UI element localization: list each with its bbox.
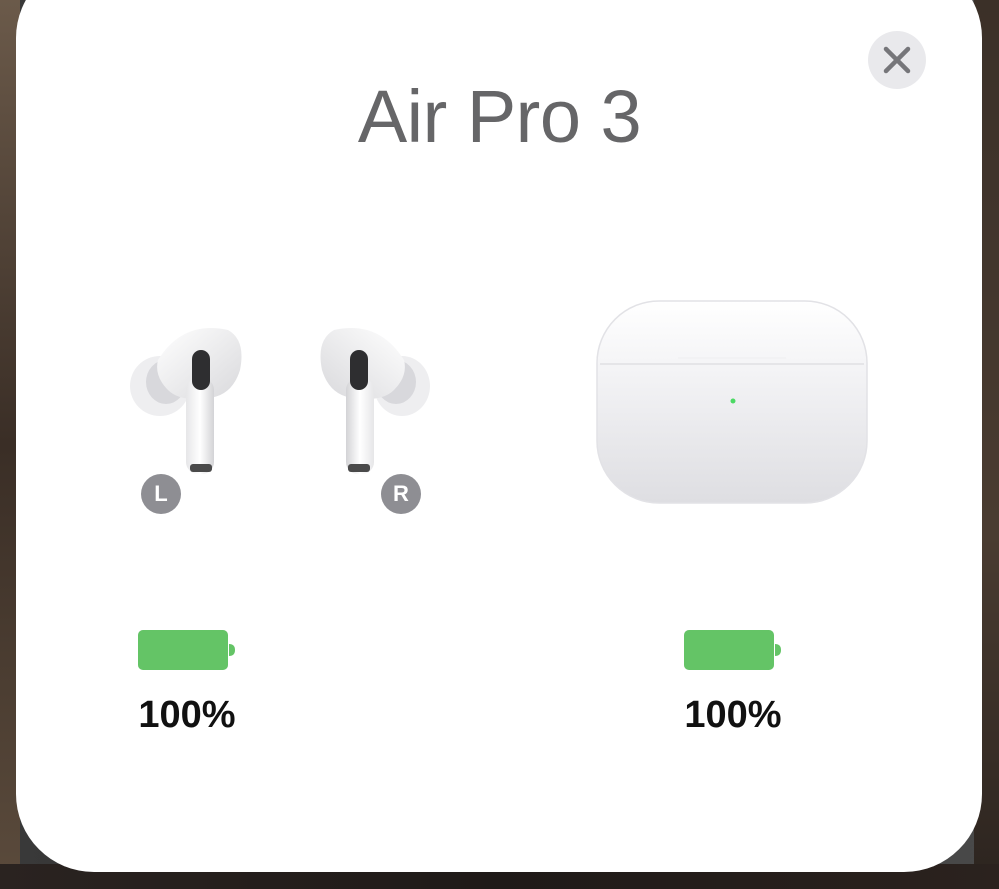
case-battery-icon — [684, 630, 782, 677]
left-earbud-badge: L — [141, 474, 181, 514]
earbuds-battery-icon — [138, 630, 236, 677]
right-earbud-badge: R — [381, 474, 421, 514]
charging-case-image — [594, 298, 870, 506]
device-title: Air Pro 3 — [357, 75, 642, 158]
close-icon — [883, 46, 911, 74]
charging-indicator-light — [730, 398, 736, 404]
earbuds-battery-percent: 100% — [138, 694, 236, 736]
right-earbud-image — [314, 320, 434, 480]
case-battery-percent: 100% — [684, 694, 782, 736]
left-earbud-image — [128, 320, 248, 480]
